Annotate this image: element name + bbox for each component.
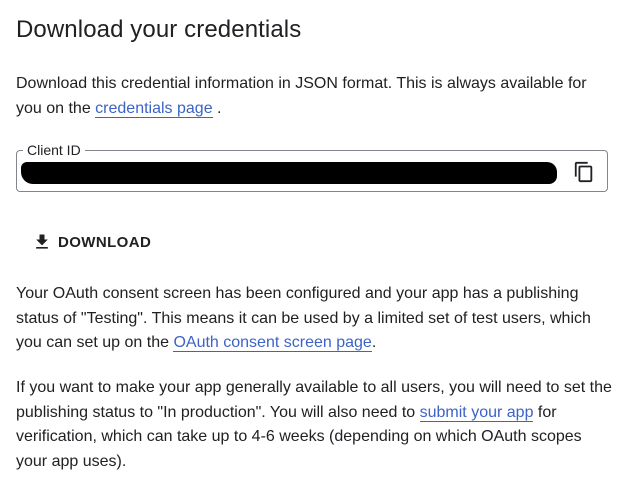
client-id-label: Client ID	[23, 141, 85, 159]
oauth-consent-screen-link[interactable]: OAuth consent screen page	[173, 334, 372, 352]
download-button[interactable]: DOWNLOAD	[24, 224, 159, 260]
page-title: Download your credentials	[16, 16, 302, 43]
client-id-field[interactable]: Client ID	[16, 141, 608, 192]
credentials-page-link[interactable]: credentials page	[95, 99, 213, 118]
copy-icon[interactable]	[573, 161, 595, 183]
download-icon	[36, 234, 48, 249]
consent-paragraph: Your OAuth consent screen has been confi…	[16, 282, 616, 356]
client-id-value-redacted	[21, 162, 557, 184]
intro-text-end: .	[212, 99, 222, 117]
intro-paragraph: Download this credential information in …	[16, 72, 616, 121]
submit-app-link[interactable]: submit your app	[419, 403, 534, 422]
production-paragraph: If you want to make your app generally a…	[16, 376, 616, 474]
download-button-label: DOWNLOAD	[58, 233, 152, 251]
consent-text-end: .	[371, 334, 377, 351]
